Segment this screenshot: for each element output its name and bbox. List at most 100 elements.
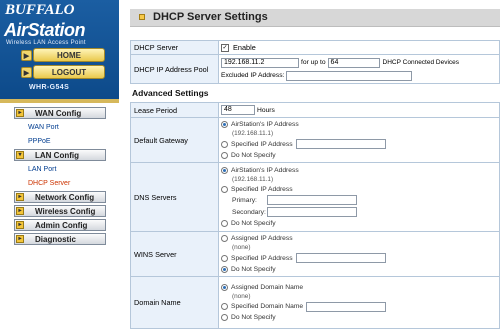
dns-airstation-ip: (192.168.11.1) <box>232 176 274 183</box>
domain-specified-label: Specified Domain Name <box>231 303 304 310</box>
dhcp-count-input[interactable]: 64 <box>327 57 380 68</box>
dns-none-radio[interactable] <box>221 219 228 227</box>
nav-pppoe[interactable]: PPPoE <box>28 135 106 148</box>
domain-none-label: Do Not Specify <box>231 314 276 321</box>
excluded-ip-input[interactable] <box>286 70 413 81</box>
dhcp-enable-checkbox[interactable]: ✓ <box>221 44 229 53</box>
dhcp-basic-table: DHCP Server ✓ Enable DHCP IP Address Poo… <box>130 40 500 84</box>
domain-assigned-label: Assigned Domain Name <box>231 283 304 291</box>
logout-button-label: LOGOUT <box>51 67 87 77</box>
dhcp-pool-field: 192.168.11.2 for up to 64 DHCP Connected… <box>218 54 500 84</box>
model-name: WHR-G54S <box>29 84 70 91</box>
domain-specified-input[interactable] <box>306 301 387 312</box>
domain-assigned-radio[interactable] <box>221 283 228 291</box>
dns-specified-label: Specified IP Address <box>231 185 293 193</box>
logout-arrow-icon: ▶ <box>21 67 32 78</box>
lease-period-field: 48 Hours <box>218 102 500 118</box>
dns-servers-field: AirStation's IP Address (192.168.11.1) S… <box>218 162 500 232</box>
wins-server-label: WINS Server <box>130 231 219 277</box>
nav-wireless-config-label: Wireless Config <box>35 206 96 216</box>
admin-config-arrow-icon: ▸ <box>16 221 24 229</box>
header-marker-icon <box>139 14 145 20</box>
domain-specified-radio[interactable] <box>221 303 228 310</box>
buffalo-logo: BUFFALO <box>5 2 75 18</box>
nav-wireless-config[interactable]: ▸ Wireless Config <box>14 205 106 217</box>
lease-unit-label: Hours <box>257 106 275 114</box>
wins-assigned-radio[interactable] <box>221 235 228 242</box>
lease-period-label: Lease Period <box>130 102 219 118</box>
wins-server-field: Assigned IP Address (none) Specified IP … <box>218 231 500 277</box>
domain-assigned-note: (none) <box>232 292 251 300</box>
lease-period-input[interactable]: 48 <box>221 105 255 116</box>
network-config-arrow-icon: ▸ <box>16 193 24 201</box>
nav-network-config[interactable]: ▸ Network Config <box>14 191 106 203</box>
connected-devices-link[interactable]: DHCP Connected Devices <box>383 59 459 66</box>
product-tagline: Wireless LAN Access Point <box>6 40 86 46</box>
dns-secondary-input[interactable] <box>267 207 357 217</box>
advanced-settings-table: Lease Period 48 Hours Default Gateway Ai… <box>130 102 500 329</box>
nav-lan-config[interactable]: ▾ LAN Config <box>14 149 106 161</box>
domain-name-label: Domain Name <box>130 276 219 329</box>
wins-none-label: Do Not Specify <box>231 265 276 273</box>
dns-none-label: Do Not Specify <box>231 219 276 227</box>
sidebar-divider <box>0 99 119 103</box>
sidebar-nav: ▸ WAN Config WAN Port PPPoE ▾ LAN Config… <box>14 107 106 247</box>
dhcp-pool-label: DHCP IP Address Pool <box>130 54 219 84</box>
domain-none-radio[interactable] <box>221 314 228 321</box>
gateway-airstation-label: AirStation's IP Address <box>231 121 299 128</box>
gateway-none-label: Do Not Specify <box>231 151 276 159</box>
dns-servers-label: DNS Servers <box>130 162 219 232</box>
wins-assigned-note: (none) <box>232 244 251 251</box>
gateway-none-radio[interactable] <box>221 151 228 159</box>
gateway-specified-input[interactable] <box>295 139 386 149</box>
wins-none-radio[interactable] <box>221 265 228 273</box>
main-content: DHCP Server Settings DHCP Server ✓ Enabl… <box>119 0 500 330</box>
gateway-specified-radio[interactable] <box>221 140 228 148</box>
gateway-airstation-radio[interactable] <box>221 121 228 128</box>
for-up-to-label: for up to <box>301 59 326 66</box>
dns-secondary-label: Secondary: <box>232 208 266 216</box>
domain-name-field: Assigned Domain Name (none) Specified Do… <box>218 276 500 329</box>
home-arrow-icon: ▶ <box>21 50 32 61</box>
nav-lan-config-label: LAN Config <box>35 150 79 160</box>
diagnostic-arrow-icon: ▸ <box>16 235 24 243</box>
page-title: DHCP Server Settings <box>153 11 268 23</box>
gateway-airstation-ip: (192.168.11.1) <box>232 130 274 137</box>
dns-airstation-radio[interactable] <box>221 167 228 174</box>
default-gateway-label: Default Gateway <box>130 117 219 163</box>
nav-dhcp-server[interactable]: DHCP Server <box>28 177 106 190</box>
wins-specified-label: Specified IP Address <box>231 254 293 262</box>
home-button[interactable]: ▶ HOME <box>21 48 105 62</box>
product-name: AirStation <box>4 20 86 40</box>
sidebar: BUFFALO AirStation Wireless LAN Access P… <box>0 0 119 330</box>
nav-wan-config[interactable]: ▸ WAN Config <box>14 107 106 119</box>
nav-diagnostic[interactable]: ▸ Diagnostic <box>14 233 106 245</box>
dns-airstation-label: AirStation's IP Address <box>231 167 299 174</box>
nav-wan-config-label: WAN Config <box>35 108 82 118</box>
nav-wan-port[interactable]: WAN Port <box>28 121 106 134</box>
dns-primary-label: Primary: <box>232 196 257 204</box>
advanced-settings-title: Advanced Settings <box>132 88 209 98</box>
excluded-ip-label: Excluded IP Address: <box>221 72 285 79</box>
wan-config-arrow-icon: ▸ <box>16 109 24 117</box>
dhcp-server-label: DHCP Server <box>130 40 219 55</box>
dhcp-start-ip-input[interactable]: 192.168.11.2 <box>221 57 299 68</box>
dns-primary-input[interactable] <box>267 195 357 205</box>
wins-assigned-label: Assigned IP Address <box>231 235 293 242</box>
lan-config-arrow-icon: ▾ <box>16 151 24 159</box>
wireless-config-arrow-icon: ▸ <box>16 207 24 215</box>
dns-specified-radio[interactable] <box>221 185 228 193</box>
nav-admin-config-label: Admin Config <box>35 220 88 230</box>
nav-diagnostic-label: Diagnostic <box>35 234 76 244</box>
gateway-specified-label: Specified IP Address <box>231 140 293 148</box>
nav-lan-port[interactable]: LAN Port <box>28 163 106 176</box>
page-header: DHCP Server Settings <box>130 9 500 27</box>
wins-specified-input[interactable] <box>295 253 386 263</box>
dhcp-server-field: ✓ Enable <box>218 40 500 55</box>
home-button-label: HOME <box>57 50 81 60</box>
logout-button[interactable]: ▶ LOGOUT <box>21 65 105 79</box>
nav-network-config-label: Network Config <box>35 192 95 202</box>
nav-admin-config[interactable]: ▸ Admin Config <box>14 219 106 231</box>
wins-specified-radio[interactable] <box>221 254 228 262</box>
default-gateway-field: AirStation's IP Address (192.168.11.1) S… <box>218 117 500 163</box>
